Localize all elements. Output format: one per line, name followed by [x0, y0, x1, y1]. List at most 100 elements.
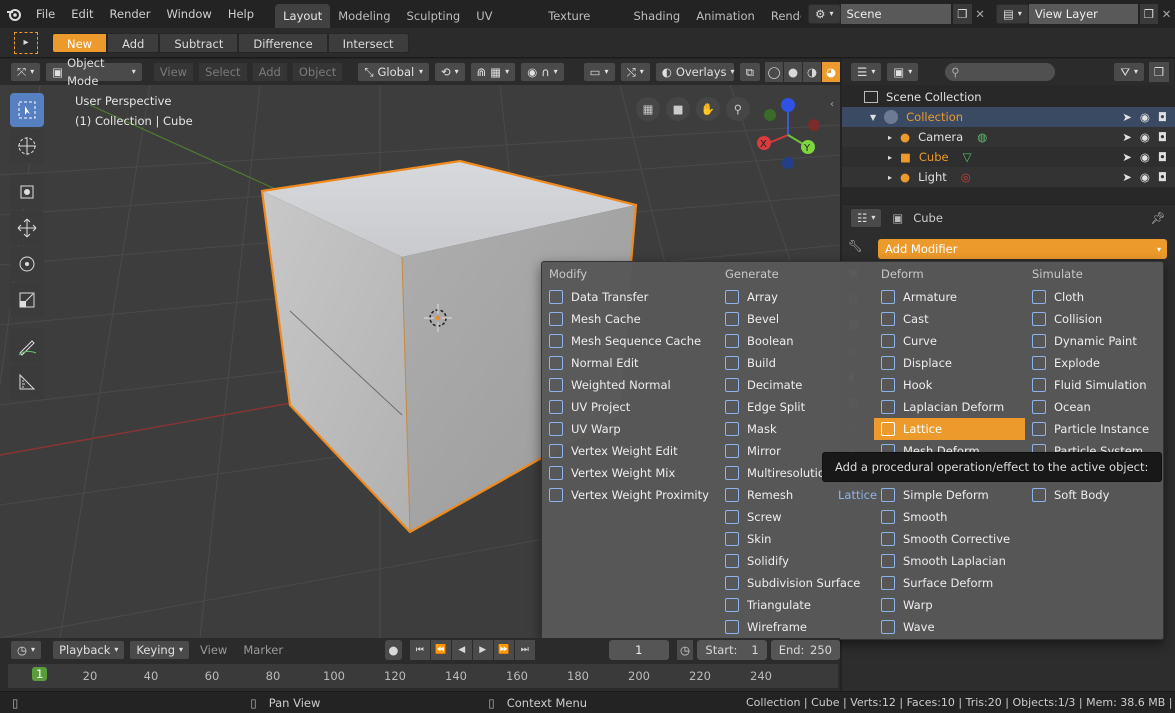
outliner-row-collection[interactable]: ▼ Collection ➤ ◉ ◘	[842, 107, 1175, 127]
menu-item-vertex-weight-edit[interactable]: Vertex Weight Edit	[542, 440, 718, 462]
menu-item-lattice[interactable]: Lattice	[874, 418, 1025, 440]
menu-item-vertex-weight-mix[interactable]: Vertex Weight Mix	[542, 462, 718, 484]
menu-select[interactable]: Select	[198, 62, 248, 82]
menu-item-boolean[interactable]: Boolean	[718, 330, 874, 352]
menu-item-uv-warp[interactable]: UV Warp	[542, 418, 718, 440]
gizmos-dropdown[interactable]: ⤭ ▾	[619, 62, 651, 82]
menu-item-dynamic-paint[interactable]: Dynamic Paint	[1025, 330, 1164, 352]
menu-item-wave[interactable]: Wave	[874, 616, 1025, 638]
menu-edit[interactable]: Edit	[63, 0, 101, 28]
outliner-row-camera[interactable]: ▸ ● Camera ◍ ➤ ◉ ◘	[842, 127, 1175, 147]
scene-copy-icon[interactable]: ❐	[953, 4, 972, 24]
view-layer-copy-icon[interactable]: ❐	[1139, 4, 1159, 24]
menu-item-normal-edit[interactable]: Normal Edit	[542, 352, 718, 374]
menu-item-smooth-corrective[interactable]: Smooth Corrective	[874, 528, 1025, 550]
tab-shading[interactable]: Shading	[625, 4, 688, 28]
measure-tool-icon[interactable]	[10, 365, 44, 399]
outliner-row-cube[interactable]: ▸ ■ Cube ▽ ➤ ◉ ◘	[842, 147, 1175, 167]
view-layer-close-icon[interactable]: ✕	[1158, 4, 1175, 24]
new-collection-icon[interactable]: ❐	[1149, 62, 1169, 82]
menu-item-subdivision-surface[interactable]: Subdivision Surface	[718, 572, 874, 594]
timeline-editor-type-button[interactable]: ◷ ▾	[10, 640, 43, 660]
pivot-dropdown[interactable]: ⟲ ▾	[434, 62, 466, 82]
jump-key-forward-icon[interactable]: ⏩	[493, 640, 514, 660]
menu-item-mask[interactable]: Mask	[718, 418, 874, 440]
menu-item-cast[interactable]: Cast	[874, 308, 1025, 330]
play-reverse-icon[interactable]: ◀	[451, 640, 472, 660]
outliner-row-scene-collection[interactable]: Scene Collection	[842, 87, 1175, 107]
proportional-edit-toggle[interactable]: ◉ ∩ ▾	[520, 62, 565, 82]
menu-item-build[interactable]: Build	[718, 352, 874, 374]
mode-add-button[interactable]: Add	[107, 32, 160, 53]
navigation-gizmo[interactable]: X Y	[750, 95, 830, 185]
mode-difference-button[interactable]: Difference	[238, 32, 328, 53]
render-camera-icon[interactable]: ◘	[1158, 110, 1167, 124]
tab-uv-editing[interactable]: UV Editing	[468, 4, 540, 47]
playback-menu[interactable]: Playback ▾	[52, 640, 126, 660]
current-frame-field[interactable]: 1	[608, 640, 669, 660]
menu-window[interactable]: Window	[158, 0, 219, 28]
timeline-ruler[interactable]: 1 20 40 60 80 100 120 140 160 180 200 220 240	[8, 664, 838, 688]
menu-item-decimate[interactable]: Decimate	[718, 374, 874, 396]
jump-key-back-icon[interactable]: ⏪	[430, 640, 451, 660]
outliner-search-input[interactable]: ⚲	[945, 63, 1056, 81]
menu-item-data-transfer[interactable]: Data Transfer	[542, 286, 718, 308]
menu-item-hook[interactable]: Hook	[874, 374, 1025, 396]
properties-editor-type-button[interactable]: ☷ ▾	[850, 208, 883, 228]
menu-item-vertex-weight-proximity[interactable]: Vertex Weight Proximity	[542, 484, 718, 506]
select-toggle-icon[interactable]: ➤	[1122, 170, 1132, 184]
menu-item-screw[interactable]: Screw	[718, 506, 874, 528]
jump-end-icon[interactable]: ⏭	[514, 640, 535, 660]
menu-item-mesh-cache[interactable]: Mesh Cache	[542, 308, 718, 330]
scale-tool-icon[interactable]	[10, 283, 44, 317]
outliner-editor-type-button[interactable]: ☰ ▾	[850, 62, 883, 82]
shading-rendered-icon[interactable]: ◕	[822, 62, 840, 82]
menu-item-triangulate[interactable]: Triangulate	[718, 594, 874, 616]
overlays-dropdown[interactable]: ◐ Overlays ▾	[654, 62, 735, 82]
transform-orientation-dropdown[interactable]: ⤡ Global ▾	[357, 62, 430, 82]
shading-solid-icon[interactable]: ●	[784, 62, 802, 82]
xray-toggle[interactable]: ⧉	[738, 62, 761, 82]
shading-material-icon[interactable]: ◑	[803, 62, 821, 82]
menu-item-wireframe[interactable]: Wireframe	[718, 616, 874, 638]
record-button-icon[interactable]: ●	[385, 640, 402, 660]
view-object-types-dropdown[interactable]: ▭ ▾	[582, 62, 616, 82]
sidebar-toggle-icon[interactable]: ‹	[830, 99, 834, 110]
menu-item-curve[interactable]: Curve	[874, 330, 1025, 352]
translate-tool-icon[interactable]	[10, 211, 44, 245]
menu-item-mesh-sequence-cache[interactable]: Mesh Sequence Cache	[542, 330, 718, 352]
tab-animation[interactable]: Animation	[688, 4, 763, 28]
menu-item-bevel[interactable]: Bevel	[718, 308, 874, 330]
menu-item-armature[interactable]: Armature	[874, 286, 1025, 308]
modifier-wrench-icon[interactable]: 🔧︎	[848, 239, 870, 253]
menu-add[interactable]: Add	[251, 62, 288, 82]
menu-item-explode[interactable]: Explode	[1025, 352, 1164, 374]
end-frame-field[interactable]: End: 250	[770, 640, 840, 660]
editor-type-button[interactable]: ⤧ ▾	[10, 62, 42, 82]
select-toggle-icon[interactable]: ➤	[1122, 130, 1132, 144]
camera-view-icon[interactable]: ■	[666, 97, 690, 121]
blender-logo-icon[interactable]	[0, 0, 28, 28]
timeline-view-menu[interactable]: View	[194, 643, 233, 657]
menu-item-surface-deform[interactable]: Surface Deform	[874, 572, 1025, 594]
menu-item-smooth[interactable]: Smooth	[874, 506, 1025, 528]
menu-item-uv-project[interactable]: UV Project	[542, 396, 718, 418]
menu-item-ocean[interactable]: Ocean	[1025, 396, 1164, 418]
tab-modeling[interactable]: Modeling	[330, 4, 398, 28]
scene-selector-button[interactable]: ⚙ ▾	[808, 4, 841, 24]
menu-item-particle-instance[interactable]: Particle Instance	[1025, 418, 1164, 440]
grid-view-icon[interactable]: ▦	[636, 97, 660, 121]
menu-view[interactable]: View	[152, 62, 195, 82]
pin-icon[interactable]: 📌︎	[1150, 211, 1165, 225]
visibility-eye-icon[interactable]: ◉	[1140, 110, 1150, 124]
render-camera-icon[interactable]: ◘	[1158, 130, 1167, 144]
render-camera-icon[interactable]: ◘	[1158, 150, 1167, 164]
zoom-icon[interactable]: ⚲	[726, 97, 750, 121]
filter-button[interactable]: ⛛ ▾	[1113, 62, 1145, 82]
view-layer-selector-button[interactable]: ▤ ▾	[995, 4, 1029, 24]
menu-item-weighted-normal[interactable]: Weighted Normal	[542, 374, 718, 396]
menu-help[interactable]: Help	[220, 0, 262, 28]
menu-item-edge-split[interactable]: Edge Split	[718, 396, 874, 418]
preview-range-icon[interactable]: ◷	[676, 640, 694, 660]
pan-hand-icon[interactable]: ✋	[696, 97, 720, 121]
